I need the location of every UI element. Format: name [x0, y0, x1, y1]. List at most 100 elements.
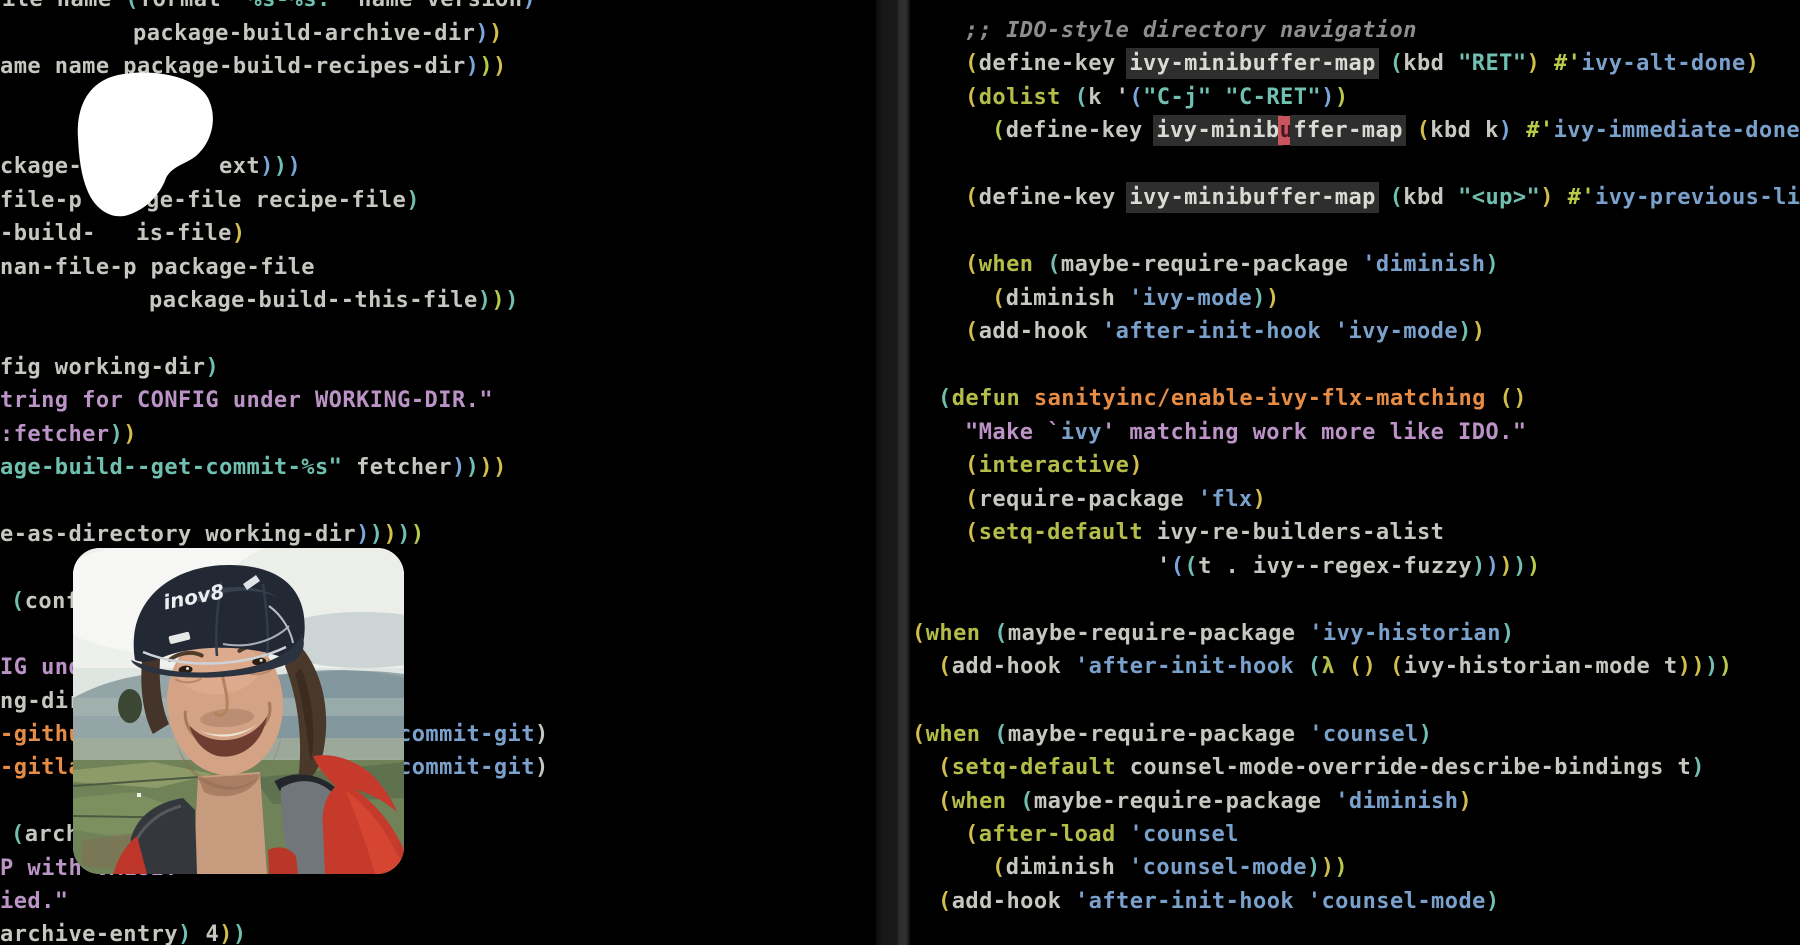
code-token: IG und	[0, 655, 82, 680]
code-token: ng-dir	[0, 689, 82, 714]
code-token: when	[926, 621, 981, 646]
code-token: )	[288, 154, 302, 179]
code-line: archive-entry) 4))	[0, 918, 247, 945]
code-token: (	[1349, 654, 1363, 679]
code-line: :fetcher))	[0, 418, 137, 452]
code-line: ext)))	[219, 150, 301, 184]
code-token: )	[475, 21, 489, 46]
code-line: (setq-default counsel-mode-override-desc…	[938, 751, 1705, 785]
code-token: )	[1321, 855, 1335, 880]
code-token: )	[535, 755, 549, 780]
code-line: age-build--get-commit-%s" fetcher))))	[0, 451, 507, 485]
code-token: (	[965, 85, 979, 110]
code-token: -gitla	[0, 755, 82, 780]
code-token: ivy-previous-li	[1595, 185, 1800, 210]
highlighted-symbol: ivy-minib	[1156, 118, 1279, 143]
code-token: )	[1719, 654, 1733, 679]
code-line: (after-load 'counsel	[965, 818, 1239, 852]
code-token: maybe-require-package	[1008, 722, 1309, 747]
code-token: (	[965, 252, 979, 277]
code-token: :fetcher	[0, 422, 110, 447]
code-token: )	[1691, 755, 1705, 780]
code-line: (define-key ivy-minibuffer-map (kbd "RET…	[965, 47, 1759, 81]
code-token: ext	[219, 154, 260, 179]
code-token	[1512, 118, 1526, 143]
code-token: (	[965, 453, 979, 478]
code-token: )	[356, 522, 370, 547]
code-token: )	[1486, 889, 1500, 914]
code-token: maybe-require-package	[1061, 252, 1362, 277]
code-token	[1403, 118, 1417, 143]
code-token: add-hook	[952, 654, 1075, 679]
code-token	[1554, 185, 1568, 210]
code-token	[1321, 319, 1335, 344]
code-token: maybe-require-package	[1034, 789, 1335, 814]
code-token: 'flx	[1198, 487, 1253, 512]
code-token: diminish	[1006, 286, 1129, 311]
highlighted-symbol: ivy-minibuffer-map	[1129, 185, 1376, 210]
code-token	[1335, 654, 1349, 679]
code-token: (	[994, 722, 1008, 747]
code-token: (	[938, 789, 952, 814]
code-token: )	[370, 522, 384, 547]
code-line: (when (maybe-require-package 'diminish)	[938, 785, 1472, 819]
code-token: k	[1088, 85, 1115, 110]
code-token: (	[1390, 185, 1404, 210]
highlighted-symbol: ffer-map	[1293, 118, 1403, 143]
code-line: (define-key ivy-minibuffer-map (kbd "<up…	[965, 181, 1800, 215]
code-line: ng-dir	[0, 685, 82, 719]
code-token: )	[233, 922, 247, 945]
code-token: tring for CONFIG under WORKING-DIR."	[0, 388, 493, 413]
code-token: )	[1334, 855, 1348, 880]
code-token: '	[1157, 554, 1171, 579]
code-token: conf	[25, 589, 80, 614]
code-token: )	[274, 154, 288, 179]
code-token: defun	[952, 386, 1020, 411]
code-token: (	[938, 889, 952, 914]
code-token: "Make `	[965, 420, 1061, 445]
code-token: "C-RET"	[1225, 85, 1321, 110]
code-token: ivy-immediate-done	[1554, 118, 1800, 143]
code-line: (when (maybe-require-package 'counsel)	[912, 718, 1432, 752]
code-token	[1006, 789, 1020, 814]
code-token: )	[479, 54, 493, 79]
code-line: e-as-directory working-dir)))))	[0, 518, 425, 552]
code-token: name version	[344, 0, 522, 12]
code-line: commit-git)	[398, 751, 549, 785]
code-token: package-build-archive-dir	[133, 21, 475, 46]
code-token: )	[478, 288, 492, 313]
code-token: define-key	[979, 185, 1130, 210]
code-token	[1061, 85, 1075, 110]
emacs-frame: ile name (format "%s-%s." name version)p…	[0, 0, 1800, 945]
code-line: nan-file-p package-file	[0, 251, 315, 285]
code-token: 'ivy-mode	[1335, 319, 1458, 344]
code-token: 'after-init-hook	[1075, 654, 1294, 679]
code-line: (interactive)	[965, 449, 1143, 483]
text-cursor: u	[1280, 118, 1294, 143]
code-token: )	[1746, 51, 1760, 76]
code-token: e-as-directory working-dir	[0, 522, 356, 547]
code-token: )	[535, 722, 549, 747]
code-token: format	[139, 0, 235, 12]
code-token: )	[493, 455, 507, 480]
code-token: -githu	[0, 722, 82, 747]
code-token	[980, 722, 994, 747]
code-token: (	[965, 51, 979, 76]
code-token: )	[1253, 487, 1267, 512]
code-token: commit-git	[398, 755, 535, 780]
code-token: )	[1499, 118, 1513, 143]
code-token: )	[479, 455, 493, 480]
code-token: 'after-init-hook	[1075, 889, 1294, 914]
code-token: )	[1363, 654, 1377, 679]
code-token: add-hook	[979, 319, 1102, 344]
code-token: )	[205, 355, 219, 380]
code-token: sanityinc/enable-ivy-flx-matching	[1034, 386, 1486, 411]
code-token: )	[1129, 453, 1143, 478]
code-token: (	[965, 520, 979, 545]
right-code-window[interactable]: ;; IDO-style directory navigation(define…	[910, 0, 1800, 945]
window-divider[interactable]	[876, 0, 910, 945]
code-token: (	[1390, 654, 1404, 679]
code-token	[1116, 822, 1130, 847]
code-line: tring for CONFIG under WORKING-DIR."	[0, 384, 493, 418]
code-token: dolist	[979, 85, 1061, 110]
